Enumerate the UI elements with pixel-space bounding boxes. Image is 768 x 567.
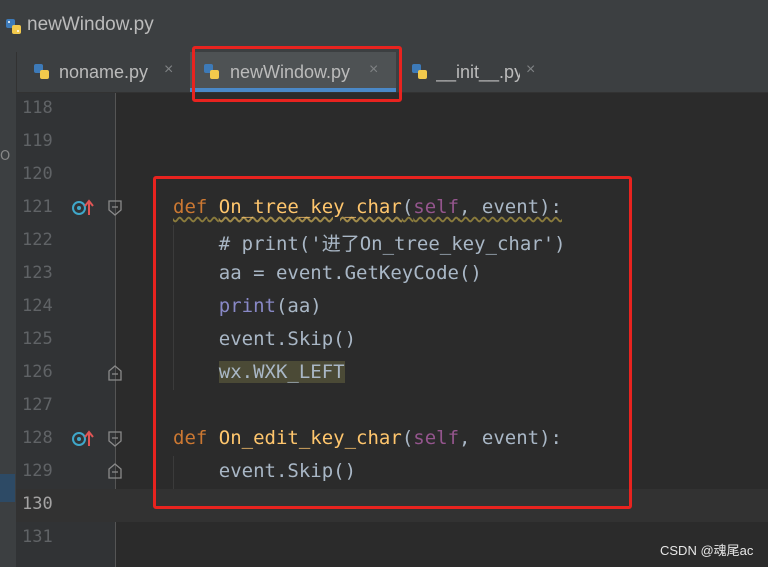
code-highlight-box — [153, 176, 632, 509]
line-number: 119 — [22, 131, 53, 151]
python-file-icon — [6, 19, 21, 34]
line-number: 125 — [22, 329, 53, 349]
line-number: 124 — [22, 296, 53, 316]
python-file-icon — [34, 64, 49, 79]
line-number: 129 — [22, 461, 53, 481]
line-number: 130 — [22, 494, 53, 514]
tab-label: noname.py — [59, 62, 149, 82]
fold-end-icon[interactable] — [108, 365, 122, 381]
line-number: 126 — [22, 362, 53, 382]
code-line[interactable]: 131 — [16, 522, 768, 555]
line-number: 122 — [22, 230, 53, 250]
line-number: 131 — [22, 527, 53, 547]
line-number: 128 — [22, 428, 53, 448]
tab-label: __init__.py — [436, 62, 520, 82]
left-tool-strip: O — [0, 52, 17, 567]
tab-init[interactable]: __init__.py × — [402, 52, 550, 92]
line-number: 123 — [22, 263, 53, 283]
code-line[interactable]: 119 — [16, 126, 768, 159]
fold-end-icon[interactable] — [108, 463, 122, 479]
close-icon[interactable]: × — [526, 61, 535, 79]
fold-start-icon[interactable] — [108, 431, 122, 447]
fold-start-icon[interactable] — [108, 200, 122, 216]
override-method-icon[interactable] — [72, 430, 94, 448]
line-number: 118 — [22, 98, 53, 118]
line-number: 127 — [22, 395, 53, 415]
tab-highlight-box — [192, 46, 402, 102]
tab-noname[interactable]: noname.py × — [22, 52, 188, 92]
watermark: CSDN @魂尾ac — [660, 543, 754, 558]
window-title: newWindow.py — [27, 14, 154, 35]
override-method-icon[interactable] — [72, 199, 94, 217]
line-number: 120 — [22, 164, 53, 184]
strip-mark[interactable]: O — [0, 149, 10, 164]
line-number: 121 — [22, 197, 53, 217]
close-icon[interactable]: × — [164, 61, 173, 79]
python-file-icon — [412, 64, 427, 79]
strip-active-marker — [0, 474, 15, 502]
